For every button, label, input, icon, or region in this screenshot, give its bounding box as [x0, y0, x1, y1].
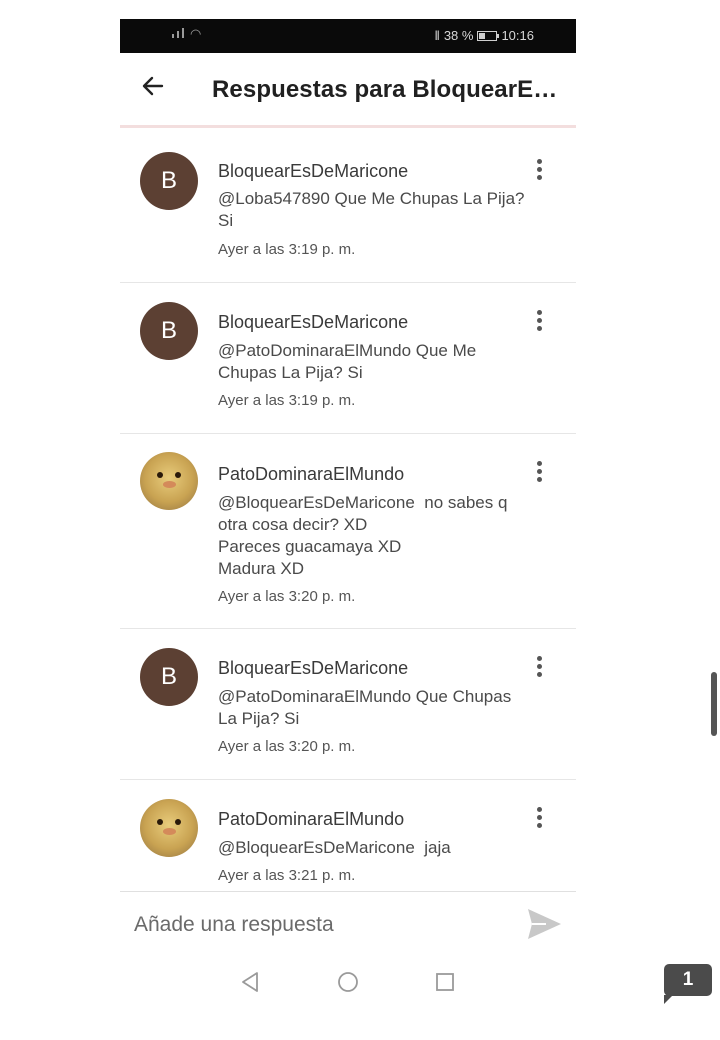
reply-username[interactable]: PatoDominaraElMundo — [218, 809, 404, 830]
system-nav-bar — [120, 959, 576, 1009]
send-icon — [528, 909, 561, 939]
reply-message: @BloquearEsDeMaricone no sabes q otra co… — [218, 493, 508, 578]
reply-message: @PatoDominaraElMundo Que Me Chupas La Pi… — [218, 341, 477, 382]
back-button[interactable] — [140, 73, 170, 103]
more-options-icon[interactable] — [530, 460, 548, 488]
reply-username[interactable]: PatoDominaraElMundo — [218, 464, 404, 485]
reply-message: @PatoDominaraElMundo Que Chupas La Pija?… — [218, 687, 512, 728]
header-divider — [120, 125, 576, 128]
app-header: Respuestas para BloquearE… — [120, 53, 576, 127]
reply-timestamp: Ayer a las 3:20 p. m. — [218, 588, 356, 605]
nav-back-button[interactable] — [238, 970, 262, 994]
vibrate-icon: ‖ — [434, 28, 440, 43]
status-bar: ◠ ‖ 38 % 10:16 — [120, 19, 576, 53]
reply-message: @BloquearEsDeMaricone jaja — [218, 838, 451, 857]
reply-item: B BloquearEsDeMaricone @PatoDominaraElMu… — [120, 283, 576, 434]
reply-timestamp: Ayer a las 3:19 p. m. — [218, 392, 356, 409]
scroll-handle[interactable] — [711, 672, 717, 736]
reply-username[interactable]: BloquearEsDeMaricone — [218, 312, 408, 333]
send-button[interactable] — [524, 906, 564, 942]
duck-avatar[interactable] — [140, 799, 198, 857]
page-title: Respuestas para BloquearE… — [212, 76, 558, 103]
nav-home-button[interactable] — [336, 970, 360, 994]
reply-timestamp: Ayer a las 3:19 p. m. — [218, 241, 356, 258]
reply-item: PatoDominaraElMundo @BloquearEsDeMaricon… — [120, 434, 576, 629]
reply-item: B BloquearEsDeMaricone @Loba547890 Que M… — [120, 131, 576, 283]
reply-timestamp: Ayer a las 3:21 p. m. — [218, 867, 356, 884]
clock: 10:16 — [501, 28, 534, 43]
avatar[interactable]: B — [140, 152, 198, 210]
wifi-icon: ◠ — [190, 26, 202, 41]
more-options-icon[interactable] — [530, 309, 548, 337]
arrow-left-icon — [142, 76, 164, 96]
home-circle-icon — [338, 972, 358, 992]
reply-item: B BloquearEsDeMaricone @PatoDominaraElMu… — [120, 629, 576, 780]
page-count-badge: 1 — [664, 964, 712, 1004]
back-triangle-icon — [242, 972, 258, 992]
avatar[interactable]: B — [140, 302, 198, 360]
more-options-icon[interactable] — [530, 806, 548, 834]
reply-message: @Loba547890 Que Me Chupas La Pija? Si — [218, 189, 525, 230]
reply-item: PatoDominaraElMundo @BloquearEsDeMaricon… — [120, 780, 576, 891]
reply-username[interactable]: BloquearEsDeMaricone — [218, 161, 408, 182]
more-options-icon[interactable] — [530, 158, 548, 186]
more-options-icon[interactable] — [530, 655, 548, 683]
reply-username[interactable]: BloquearEsDeMaricone — [218, 658, 408, 679]
reply-composer — [120, 891, 576, 957]
battery-percent: 38 % — [443, 28, 474, 43]
recents-square-icon — [436, 973, 454, 991]
replies-list[interactable]: B BloquearEsDeMaricone @Loba547890 Que M… — [120, 131, 576, 891]
duck-avatar[interactable] — [140, 452, 198, 510]
reply-timestamp: Ayer a las 3:20 p. m. — [218, 738, 356, 755]
signal-icon — [172, 28, 184, 38]
nav-recents-button[interactable] — [433, 970, 457, 994]
battery-icon — [477, 30, 500, 41]
reply-input[interactable] — [134, 910, 494, 940]
phone-screen: ◠ ‖ 38 % 10:16 Respuestas para BloquearE… — [120, 19, 576, 1019]
avatar[interactable]: B — [140, 648, 198, 706]
